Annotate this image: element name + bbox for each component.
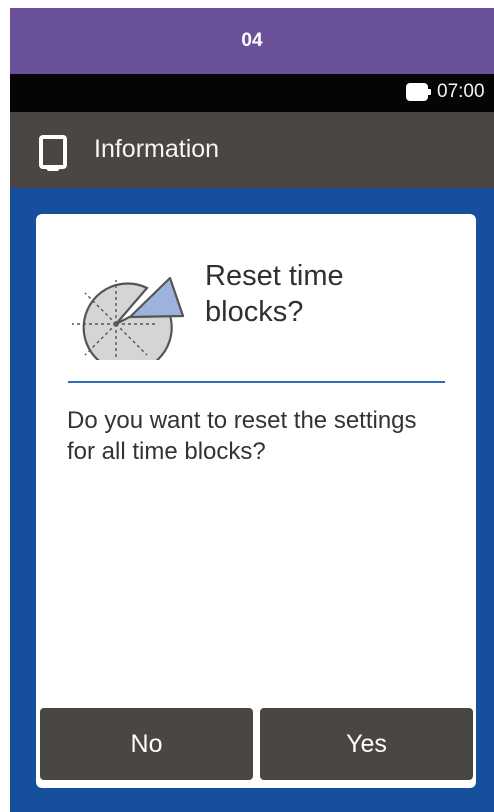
screen-area: Reset time blocks? Do you want to reset … — [10, 188, 494, 812]
no-button-label: No — [130, 729, 163, 758]
banner-label: 04 — [241, 30, 263, 51]
page-title: Information — [94, 135, 220, 163]
dialog-message: Do you want to reset the settings for al… — [67, 407, 417, 465]
no-button[interactable]: No — [40, 708, 253, 780]
top-banner: 04 — [10, 8, 494, 74]
dialog-title: Reset time blocks? — [205, 260, 344, 328]
battery-icon — [406, 83, 432, 101]
confirm-dialog: Reset time blocks? Do you want to reset … — [36, 214, 476, 788]
yes-button-label: Yes — [346, 729, 387, 758]
device-icon — [39, 135, 67, 171]
status-time: 07:00 — [437, 82, 485, 102]
yes-button[interactable]: Yes — [260, 708, 473, 780]
dialog-divider — [68, 381, 445, 383]
pie-chart-icon — [72, 276, 185, 360]
dialog-actions: No Yes — [40, 708, 473, 780]
status-bar: 07:00 — [10, 74, 494, 112]
header-bar: Information — [10, 112, 494, 188]
